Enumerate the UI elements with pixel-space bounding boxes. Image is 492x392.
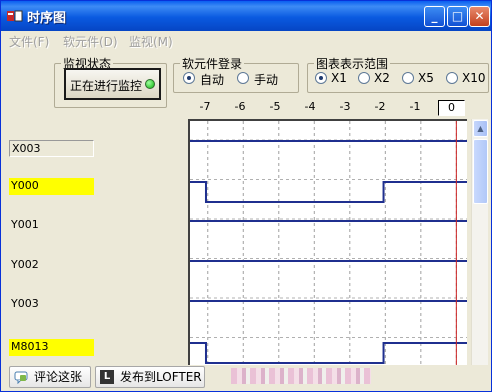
- tick-label: -4: [304, 100, 316, 113]
- publish-button-label: 发布到LOFTER: [120, 370, 202, 384]
- menu-monitor[interactable]: 监视(M): [129, 33, 173, 50]
- chart-range-title: 图表表示范围: [314, 55, 391, 72]
- minimize-button[interactable]: _: [424, 6, 445, 27]
- signal-trace-y000: [190, 181, 467, 203]
- tick-label: -3: [339, 100, 351, 113]
- title-bar[interactable]: 时序图 _ □ ✕: [1, 1, 491, 31]
- status-led-icon: [145, 79, 155, 89]
- publish-lofter-button[interactable]: L 发布到LOFTER: [95, 366, 205, 388]
- tick-label: -5: [269, 100, 281, 113]
- signal-label-x003[interactable]: X003: [9, 140, 94, 157]
- vertical-scrollbar[interactable]: ▲: [471, 119, 488, 365]
- radio-x1[interactable]: [315, 72, 327, 84]
- window-title: 时序图: [27, 11, 67, 26]
- signal-trace-m8013: [190, 342, 467, 364]
- menu-file[interactable]: 文件(F): [9, 33, 49, 50]
- tick-label: -7: [199, 100, 211, 113]
- lofter-icon: L: [100, 370, 114, 384]
- radio-auto[interactable]: [183, 72, 195, 84]
- timing-plot[interactable]: [188, 119, 467, 378]
- radio-x5[interactable]: [402, 72, 414, 84]
- signal-label-y000[interactable]: Y000: [9, 178, 94, 195]
- comment-icon: [14, 371, 28, 384]
- menu-device[interactable]: 软元件(D): [63, 33, 118, 50]
- signal-label-y001[interactable]: Y001: [9, 217, 94, 234]
- maximize-button[interactable]: □: [447, 6, 468, 27]
- radio-manual-label: 手动: [254, 73, 279, 87]
- timing-chart-window: 时序图 _ □ ✕ 文件(F) 软元件(D) 监视(M) 监视状态 正在进行监控…: [0, 0, 492, 392]
- scroll-thumb[interactable]: [473, 139, 488, 204]
- radio-x2-label: X2: [374, 71, 390, 85]
- radio-x10[interactable]: [446, 72, 458, 84]
- tick-label: -1: [409, 100, 421, 113]
- timing-plot-svg: [190, 121, 467, 378]
- signal-label-m8013[interactable]: M8013: [9, 339, 94, 356]
- current-time-box[interactable]: 0: [438, 100, 465, 116]
- radio-x2[interactable]: [358, 72, 370, 84]
- radio-x10-label: X10: [462, 71, 486, 85]
- radio-auto-label: 自动: [200, 73, 225, 87]
- signal-label-y003[interactable]: Y003: [9, 296, 94, 313]
- device-register-title: 软元件登录: [180, 55, 245, 72]
- monitoring-button[interactable]: 正在进行监控: [64, 68, 161, 100]
- radio-x5-label: X5: [418, 71, 434, 85]
- tick-label: -2: [374, 100, 386, 113]
- tick-label: -6: [234, 100, 246, 113]
- menu-bar: 文件(F) 软元件(D) 监视(M): [1, 31, 491, 49]
- signal-label-y002[interactable]: Y002: [9, 257, 94, 274]
- scroll-up-icon[interactable]: ▲: [473, 120, 488, 137]
- monitoring-button-label: 正在进行监控: [70, 79, 143, 93]
- blurred-watermark: [231, 368, 371, 384]
- app-icon: [7, 10, 23, 22]
- radio-manual[interactable]: [237, 72, 249, 84]
- comment-button-label: 评论这张: [34, 370, 83, 384]
- comment-button[interactable]: 评论这张: [9, 366, 91, 388]
- radio-x1-label: X1: [331, 71, 347, 85]
- close-button[interactable]: ✕: [469, 6, 490, 27]
